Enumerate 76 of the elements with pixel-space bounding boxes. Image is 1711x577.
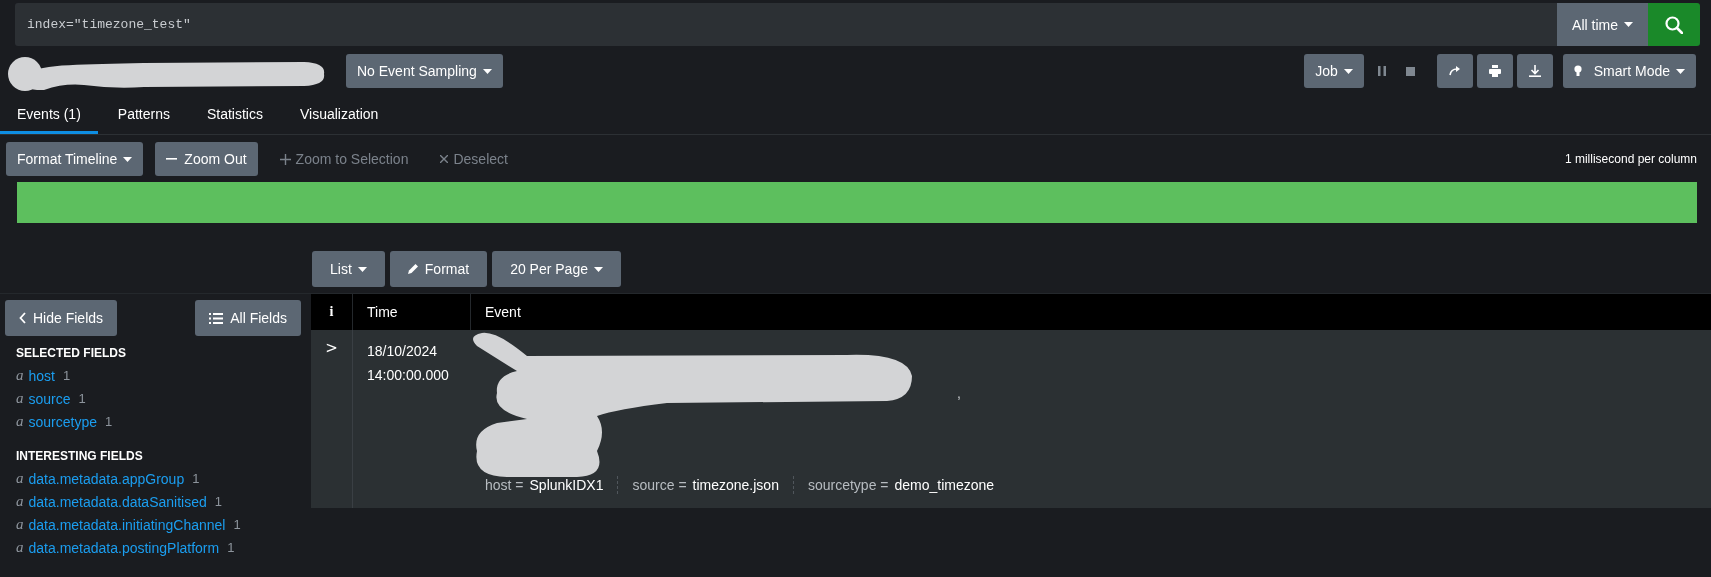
field-link[interactable]: source xyxy=(28,390,71,407)
plus-icon xyxy=(279,153,291,165)
field-type-label: a xyxy=(16,367,24,384)
search-query: index="timezone_test" xyxy=(27,17,191,32)
sampling-dropdown[interactable]: No Event Sampling xyxy=(346,54,503,88)
field-type-label: a xyxy=(16,493,24,510)
timeline-button[interactable]: Zoom Out xyxy=(155,142,258,176)
field-count: 1 xyxy=(192,471,200,486)
pencil-icon xyxy=(407,264,418,274)
meta-field-name: source = xyxy=(632,477,687,493)
caret-icon xyxy=(357,266,367,272)
field-type-label: a xyxy=(16,470,24,487)
results-toolbar-button[interactable]: 20 Per Page xyxy=(492,251,621,287)
share-button[interactable] xyxy=(1436,54,1473,88)
field-link[interactable]: data.metadata.appGroup xyxy=(28,470,185,487)
caret-icon xyxy=(1624,22,1633,27)
field-type-label: a xyxy=(16,413,24,430)
chevron-left-icon xyxy=(19,312,26,324)
close-icon xyxy=(440,155,449,163)
caret-icon xyxy=(1343,68,1353,74)
timeline-button[interactable]: Format Timeline xyxy=(6,142,144,176)
search-mode-dropdown[interactable]: Smart Mode xyxy=(1562,54,1696,88)
event-text: , xyxy=(957,385,961,401)
results-toolbar-button[interactable]: Format xyxy=(389,251,488,287)
results-tab[interactable]: Patterns xyxy=(100,96,187,134)
all-fields-button[interactable]: All Fields xyxy=(195,300,301,336)
share-arrow-icon xyxy=(1448,66,1461,76)
minus-icon xyxy=(166,158,178,160)
field-count: 1 xyxy=(105,414,113,429)
field-link[interactable]: host xyxy=(28,367,55,384)
stop-icon xyxy=(1405,66,1415,76)
timeline-scale-label: 1 millisecond per column xyxy=(1564,152,1697,166)
meta-field-value[interactable]: SplunkIDX1 xyxy=(529,477,604,493)
field-link[interactable]: sourcetype xyxy=(28,413,97,430)
printer-icon xyxy=(1488,65,1501,77)
meta-field-value[interactable]: demo_timezone xyxy=(894,477,995,493)
meta-field-name: host = xyxy=(485,477,524,493)
field-link[interactable]: data.metadata.dataSanitised xyxy=(28,493,207,510)
field-count: 1 xyxy=(78,391,86,406)
print-button[interactable] xyxy=(1476,54,1513,88)
results-toolbar-button[interactable]: List xyxy=(312,251,385,287)
field-type-label: a xyxy=(16,539,24,556)
event-time: 18/10/2024 xyxy=(367,342,439,361)
expand-toggle[interactable]: > xyxy=(319,339,344,357)
meta-field-name: sourcetype = xyxy=(807,477,889,493)
caret-icon xyxy=(1676,68,1685,74)
field-count: 1 xyxy=(227,540,235,555)
pause-icon xyxy=(1377,66,1386,76)
meta-field-value[interactable]: timezone.json xyxy=(692,477,779,493)
caret-icon xyxy=(482,68,492,74)
search-field[interactable]: index="timezone_test" xyxy=(15,3,1558,46)
job-dropdown[interactable]: Job xyxy=(1304,54,1364,88)
field-link[interactable]: data.metadata.initiatingChannel xyxy=(28,516,226,533)
search-button[interactable] xyxy=(1648,3,1700,46)
export-button[interactable] xyxy=(1516,54,1553,88)
section-heading: SELECTED FIELDS xyxy=(16,346,127,360)
download-icon xyxy=(1528,65,1541,77)
section-heading: INTERESTING FIELDS xyxy=(16,449,144,463)
field-link[interactable]: data.metadata.postingPlatform xyxy=(28,539,220,556)
results-tab[interactable]: Statistics xyxy=(189,96,280,134)
event-time: 14:00:00.000 xyxy=(367,366,450,385)
results-tab[interactable]: Visualization xyxy=(282,96,396,134)
field-count: 1 xyxy=(214,494,222,509)
lightbulb-icon xyxy=(1573,65,1582,77)
search-icon xyxy=(1665,15,1683,34)
field-type-label: a xyxy=(16,516,24,533)
hide-fields-button[interactable]: Hide Fields xyxy=(5,300,118,336)
caret-icon xyxy=(123,156,133,162)
time-range-dropdown[interactable]: All time xyxy=(1557,3,1648,46)
caret-icon xyxy=(594,266,603,272)
field-type-label: a xyxy=(16,390,24,407)
field-count: 1 xyxy=(233,517,241,532)
column-header: Event xyxy=(484,304,522,320)
results-tab[interactable]: Events (1) xyxy=(0,96,98,134)
list-icon xyxy=(209,312,224,324)
field-count: 1 xyxy=(62,368,71,383)
